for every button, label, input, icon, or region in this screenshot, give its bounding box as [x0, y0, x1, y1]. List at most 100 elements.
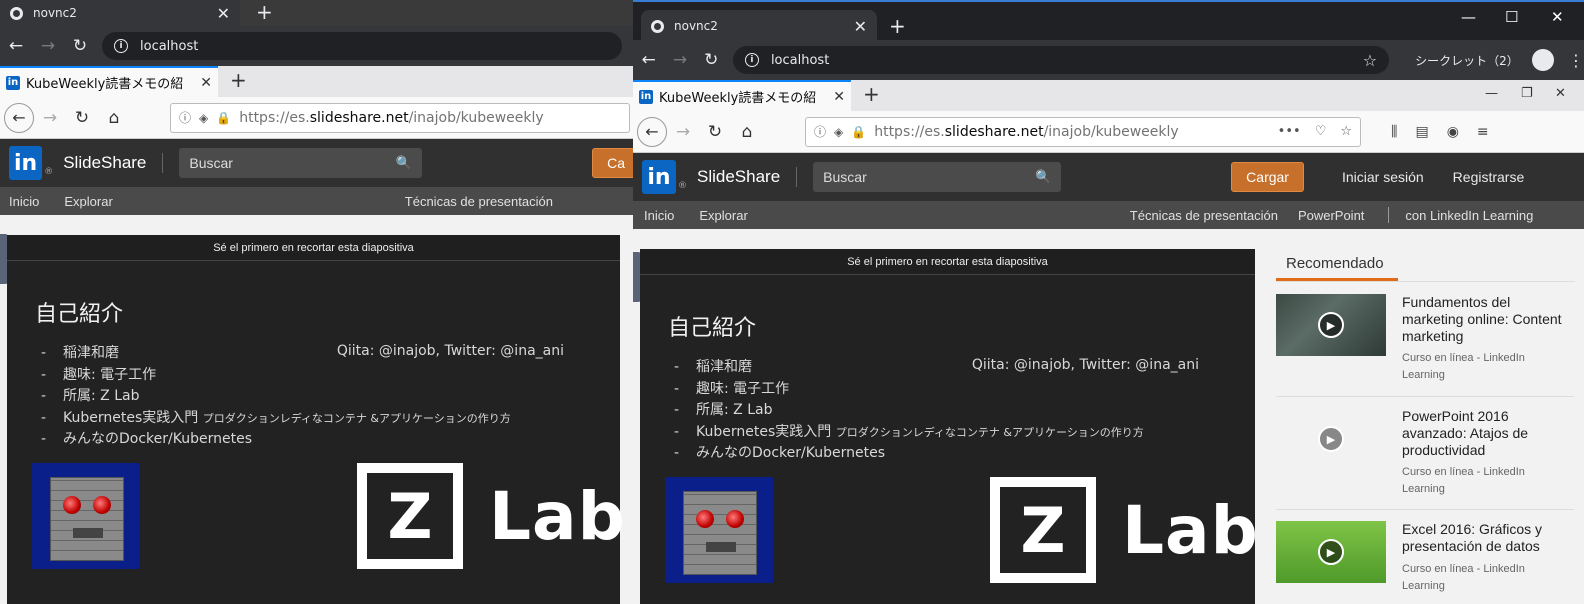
lock-icon[interactable]: 🔒	[216, 111, 231, 125]
back-icon[interactable]: ←	[0, 36, 32, 56]
firefox-tab[interactable]: in KubeWeekly読書メモの紹 ✕	[0, 66, 218, 97]
close-icon[interactable]: ✕	[854, 17, 867, 36]
back-icon[interactable]: ←	[637, 116, 667, 147]
reco-title[interactable]: Fundamentos del marketing online: Conten…	[1402, 294, 1572, 345]
incognito-icon[interactable]	[1532, 49, 1554, 71]
nav-explore[interactable]: Explorar	[64, 194, 112, 209]
list-item: 所属: Z Lab	[41, 386, 511, 408]
account-icon[interactable]: ◉	[1447, 124, 1459, 140]
page-actions-icon[interactable]: •••	[1278, 124, 1301, 139]
list-item[interactable]: ▶ PowerPoint 2016 avanzado: Atajos de pr…	[1276, 408, 1576, 508]
address-bar[interactable]: i localhost	[102, 32, 622, 60]
shield-icon[interactable]: ◈	[834, 125, 843, 139]
new-tab-icon[interactable]: +	[230, 68, 247, 92]
recommended-heading[interactable]: Recomendado	[1276, 249, 1398, 281]
firefox-toolbar: ← → ↻ ⌂ ⓘ ◈ 🔒 https://es. slideshare.net /…	[0, 97, 640, 139]
url-bar[interactable]: ⓘ ◈ 🔒 https://es. slideshare.net/inajob/k…	[805, 116, 1361, 147]
home-icon[interactable]: ⌂	[731, 122, 763, 142]
zlab-logo: Z Lab	[990, 477, 1259, 583]
new-tab-icon[interactable]: +	[863, 82, 880, 106]
nav-explore[interactable]: Explorar	[699, 208, 747, 223]
close-icon[interactable]: ✕	[833, 89, 845, 105]
maximize-icon[interactable]: ☐	[1505, 8, 1518, 26]
thumbnail[interactable]: ▶	[1276, 408, 1386, 470]
reload-icon[interactable]: ↻	[66, 108, 98, 128]
chrome-tab[interactable]: novnc2 ✕	[0, 0, 240, 26]
register-link[interactable]: Registrarse	[1453, 169, 1525, 185]
minimize-icon[interactable]: —	[1485, 86, 1498, 101]
slide-title: 自己紹介	[35, 302, 124, 327]
nav-powerpoint[interactable]: PowerPoint	[1298, 208, 1364, 223]
forward-icon[interactable]: →	[664, 50, 695, 70]
list-item: 趣味: 電子工作	[674, 379, 1144, 401]
search-placeholder: Buscar	[823, 169, 867, 185]
new-tab-icon[interactable]: +	[256, 0, 273, 24]
play-icon[interactable]: ▶	[1318, 312, 1344, 338]
bookmark-star-icon[interactable]: ☆	[1363, 51, 1377, 70]
minimize-icon[interactable]: —	[1461, 8, 1476, 26]
list-item[interactable]: ▶ Fundamentos del marketing online: Cont…	[1276, 294, 1576, 394]
search-icon[interactable]: 🔍	[1035, 169, 1051, 185]
info-icon[interactable]: ⓘ	[179, 109, 191, 126]
close-icon[interactable]: ✕	[217, 4, 230, 23]
play-icon[interactable]: ▶	[1318, 539, 1344, 565]
close-window-icon[interactable]: ✕	[1551, 8, 1564, 26]
back-icon[interactable]: ←	[633, 50, 664, 70]
play-icon[interactable]: ▶	[1318, 426, 1344, 452]
restore-icon[interactable]: ❐	[1521, 86, 1533, 101]
shield-icon[interactable]: ◈	[199, 111, 208, 125]
address-bar[interactable]: i localhost ☆	[732, 46, 1390, 74]
search-icon[interactable]: 🔍	[396, 155, 412, 171]
sidebar-icon[interactable]: ▤	[1415, 124, 1428, 140]
new-tab-icon[interactable]: +	[889, 14, 906, 38]
thumbnail[interactable]: ▶	[1276, 294, 1386, 356]
info-icon[interactable]: ⓘ	[814, 123, 826, 140]
linkedin-logo[interactable]: in	[642, 160, 676, 194]
reload-icon[interactable]: ↻	[696, 50, 727, 70]
search-input[interactable]: Buscar 🔍	[813, 162, 1062, 192]
robot-avatar	[665, 477, 773, 583]
slideshare-brand[interactable]: SlideShare	[697, 167, 780, 187]
bookmark-star-icon[interactable]: ☆	[1340, 124, 1352, 139]
nav-techniques[interactable]: Técnicas de presentación	[1130, 208, 1278, 223]
back-icon[interactable]: ←	[4, 102, 34, 133]
list-item[interactable]: ▶ Excel 2016: Gráficos y presentación de…	[1276, 521, 1576, 604]
upload-button[interactable]: Cargar	[1231, 162, 1304, 192]
chrome-tab[interactable]: novnc2 ✕	[641, 10, 877, 42]
info-icon[interactable]: i	[114, 39, 128, 53]
slideshare-brand[interactable]: SlideShare	[63, 153, 146, 173]
info-icon[interactable]: i	[744, 53, 759, 67]
search-input[interactable]: Buscar 🔍	[179, 148, 423, 178]
chrome-toolbar: ← → ↻ i localhost ☆ シークレット（2） ⋮	[633, 40, 1584, 80]
url-bar[interactable]: ⓘ ◈ 🔒 https://es. slideshare.net/inajob/k…	[170, 102, 630, 133]
nav-techniques[interactable]: Técnicas de presentación	[405, 194, 553, 209]
chrome-toolbar: ← → ↻ i localhost	[0, 26, 640, 66]
close-window-icon[interactable]: ✕	[1555, 86, 1566, 101]
forward-icon[interactable]: →	[667, 122, 699, 142]
hamburger-menu-icon[interactable]: ≡	[1477, 124, 1489, 140]
clip-prompt[interactable]: Sé el primero en recortar esta diapositi…	[640, 249, 1255, 275]
menu-icon[interactable]: ⋮	[1568, 51, 1584, 70]
lock-icon[interactable]: 🔒	[851, 125, 866, 139]
reload-icon[interactable]: ↻	[64, 36, 96, 56]
list-item: 所属: Z Lab	[674, 400, 1144, 422]
forward-icon[interactable]: →	[34, 108, 66, 128]
nav-home[interactable]: Inicio	[644, 208, 674, 223]
nav-linkedin-learning[interactable]: con LinkedIn Learning	[1405, 208, 1533, 223]
reco-title[interactable]: Excel 2016: Gráficos y presentación de d…	[1402, 521, 1572, 555]
reco-title[interactable]: PowerPoint 2016 avanzado: Atajos de prod…	[1402, 408, 1572, 459]
clip-prompt[interactable]: Sé el primero en recortar esta diapositi…	[7, 235, 620, 261]
linkedin-logo[interactable]: in	[9, 146, 43, 180]
firefox-tab[interactable]: in KubeWeekly読書メモの紹 ✕	[633, 80, 851, 111]
login-link[interactable]: Iniciar sesión	[1342, 169, 1424, 185]
home-icon[interactable]: ⌂	[98, 108, 130, 128]
nav-home[interactable]: Inicio	[9, 194, 39, 209]
forward-icon[interactable]: →	[32, 36, 64, 56]
pocket-icon[interactable]: ♡	[1315, 124, 1327, 139]
thumbnail[interactable]: ▶	[1276, 521, 1386, 583]
url-host: slideshare.net	[309, 109, 409, 126]
library-icon[interactable]: ⫼	[1391, 124, 1397, 140]
robot-avatar	[32, 463, 140, 569]
close-icon[interactable]: ✕	[200, 75, 212, 91]
reload-icon[interactable]: ↻	[699, 122, 731, 142]
